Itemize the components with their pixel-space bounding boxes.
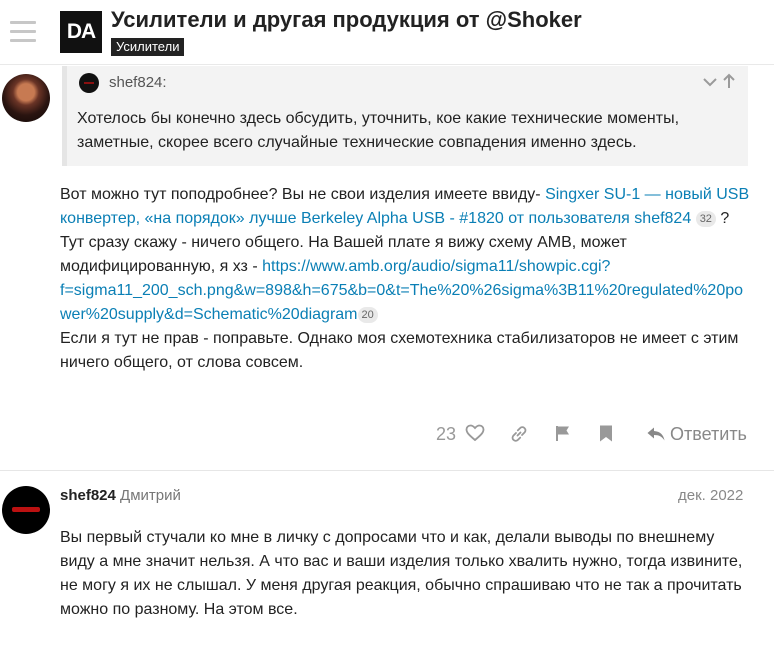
- quote-block: shef824: Хотелось бы конечно здесь обсуд…: [62, 66, 748, 166]
- post-divider: [0, 470, 774, 471]
- quote-text: Хотелось бы конечно здесь обсудить, уточ…: [77, 110, 680, 151]
- reply-button[interactable]: Ответить: [670, 424, 747, 445]
- reply-icon[interactable]: [646, 426, 666, 442]
- flag-icon[interactable]: [554, 424, 572, 442]
- heart-icon[interactable]: [465, 424, 485, 442]
- post-body: Вы первый стучали ко мне в личку с допро…: [60, 529, 743, 618]
- click-count-badge: 20: [357, 307, 378, 323]
- site-header: DA Усилители и другая продукция от @Shok…: [0, 0, 774, 65]
- site-logo[interactable]: DA: [60, 11, 102, 53]
- topic-link[interactable]: Singxer SU-1 — новый USB: [545, 186, 749, 203]
- post-author: shef824 Дмитрий: [60, 487, 181, 504]
- external-link[interactable]: https://www.amb.org/audio/sigma11/showpi…: [262, 258, 610, 275]
- quote-author-avatar[interactable]: [79, 73, 99, 93]
- external-link-cont[interactable]: f=sigma11_200_sch.png&w=898&h=675&b=0&t=…: [60, 282, 743, 299]
- post-author-avatar[interactable]: [2, 74, 50, 122]
- post-author-avatar[interactable]: [2, 486, 50, 534]
- link-icon[interactable]: [510, 425, 528, 443]
- post-date[interactable]: дек. 2022: [678, 487, 743, 504]
- arrow-up-icon[interactable]: [722, 73, 736, 89]
- author-username[interactable]: shef824: [60, 487, 116, 504]
- click-count-badge: 32: [695, 211, 716, 227]
- topic-title[interactable]: Усилители и другая продукция от @Shoker: [111, 7, 582, 33]
- author-fullname: Дмитрий: [120, 487, 181, 504]
- external-link-end[interactable]: wer%20supply&d=Schematic%20diagram: [60, 306, 358, 323]
- category-badge[interactable]: Усилители: [111, 38, 185, 56]
- bookmark-icon[interactable]: [598, 424, 614, 443]
- chevron-down-icon[interactable]: [702, 75, 718, 89]
- post-body: Вот можно тут поподробнее? Вы не свои из…: [60, 186, 750, 371]
- topic-link-cont[interactable]: конвертер, «на порядок» лучше Berkeley A…: [60, 210, 691, 227]
- hamburger-menu-icon[interactable]: [10, 21, 36, 43]
- like-count[interactable]: 23: [436, 424, 456, 445]
- quote-author: shef824:: [109, 74, 167, 91]
